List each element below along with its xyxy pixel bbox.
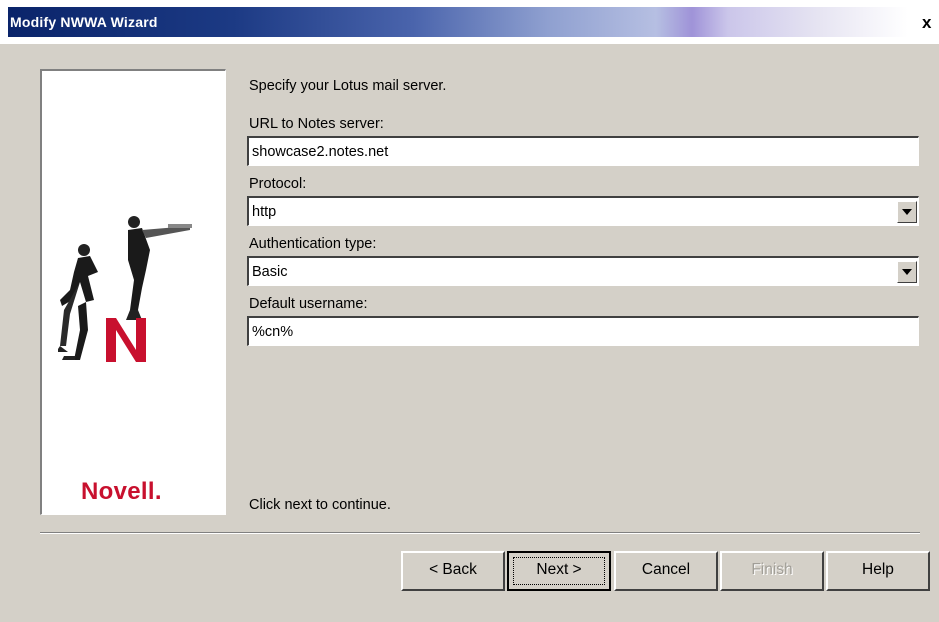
auth-dropdown-button[interactable]: [897, 261, 917, 283]
username-label: Default username:: [249, 296, 368, 312]
protocol-label: Protocol:: [249, 176, 307, 192]
divider: [40, 532, 920, 534]
cancel-button[interactable]: Cancel: [614, 551, 718, 591]
finish-button: Finish: [720, 551, 824, 591]
focus-ring: [513, 557, 605, 585]
protocol-select[interactable]: http: [247, 196, 919, 226]
url-value: showcase2.notes.net: [252, 144, 389, 160]
auth-value: Basic: [252, 264, 288, 280]
back-button[interactable]: < Back: [401, 551, 505, 591]
novell-logo: Novell.: [81, 478, 162, 505]
username-input[interactable]: %cn%: [247, 316, 919, 346]
help-button[interactable]: Help: [826, 551, 930, 591]
dropdown-arrow-icon: [902, 209, 912, 215]
protocol-dropdown-button[interactable]: [897, 201, 917, 223]
url-input[interactable]: showcase2.notes.net: [247, 136, 919, 166]
url-label: URL to Notes server:: [249, 116, 384, 132]
continue-hint: Click next to continue.: [249, 497, 391, 513]
next-button[interactable]: Next >: [507, 551, 611, 591]
novell-wizard-illustration: [58, 216, 192, 362]
title-bar[interactable]: Modify NWWA Wizard x: [0, 0, 939, 44]
username-value: %cn%: [252, 324, 294, 340]
auth-label: Authentication type:: [249, 236, 377, 252]
dropdown-arrow-icon: [902, 269, 912, 275]
wizard-side-panel: Novell.: [40, 69, 226, 515]
protocol-value: http: [252, 204, 277, 220]
auth-select[interactable]: Basic: [247, 256, 919, 286]
window-title: Modify NWWA Wizard: [10, 14, 158, 30]
close-icon[interactable]: x: [922, 14, 931, 31]
intro-text: Specify your Lotus mail server.: [249, 78, 447, 94]
wizard-window: Modify NWWA Wizard x Novell. Specify you…: [0, 0, 939, 622]
